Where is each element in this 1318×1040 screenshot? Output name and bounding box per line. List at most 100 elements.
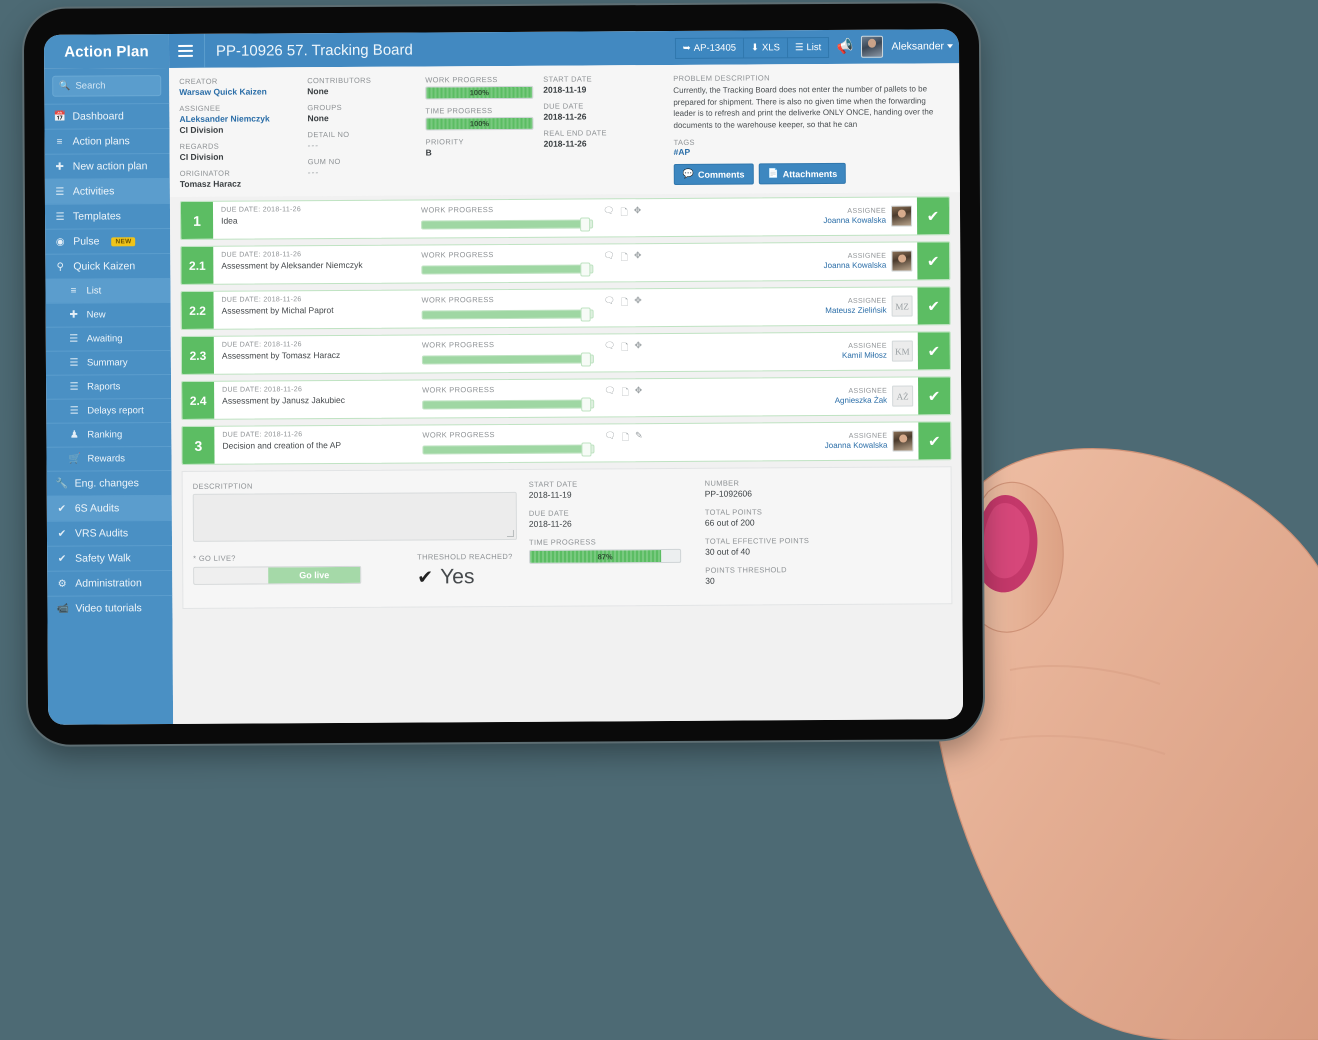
task-complete-check-icon[interactable]: ✔: [917, 332, 950, 370]
task-row[interactable]: 2.1 DUE DATE: 2018-11-26 Assessment by Ale…: [180, 241, 951, 285]
comments-button[interactable]: 💬 Comments: [673, 163, 754, 186]
file-icon[interactable]: 🗋: [622, 430, 629, 446]
task-complete-check-icon[interactable]: ✔: [917, 287, 950, 325]
comment-icon[interactable]: 🗨: [604, 340, 616, 351]
task-assignee-name[interactable]: Agnieszka Żak: [835, 396, 888, 405]
task-assignee-name[interactable]: Mateusz Zielińsik: [825, 306, 886, 315]
assignee-value[interactable]: ALeksander Niemczyk: [179, 113, 297, 124]
task-progress-handle[interactable]: [581, 442, 592, 457]
task-assignee-avatar[interactable]: KM: [891, 340, 913, 362]
task-assignee-avatar[interactable]: AŻ: [892, 385, 914, 407]
task-number: 2.1: [181, 246, 214, 284]
expand-icon[interactable]: ✥: [634, 295, 642, 306]
task-progress-slider[interactable]: [422, 442, 595, 457]
expand-icon[interactable]: ✥: [634, 205, 642, 216]
file-icon[interactable]: 🗋: [621, 295, 628, 311]
task-assignee-avatar[interactable]: [891, 250, 913, 272]
sidebar-item-action-plans[interactable]: ≡ Action plans: [44, 128, 170, 154]
calendar-icon: 📅: [53, 111, 66, 123]
expand-icon[interactable]: ✥: [634, 250, 642, 261]
sidebar-item-vrs-audits[interactable]: ✔ VRS Audits: [46, 520, 173, 546]
search-input[interactable]: 🔍 Search: [52, 75, 162, 97]
comment-icon[interactable]: 🗨: [604, 430, 616, 441]
download-icon: ⬇: [750, 41, 760, 53]
task-complete-check-icon[interactable]: ✔: [917, 242, 950, 280]
task-row[interactable]: 2.4 DUE DATE: 2018-11-26 Assessment by Jan…: [181, 376, 952, 420]
description-textarea[interactable]: [192, 491, 518, 542]
task-progress-slider[interactable]: [421, 217, 594, 232]
sidebar-item-ranking[interactable]: ♟ Ranking: [46, 422, 172, 447]
sidebar-item-activities[interactable]: ☰ Activities: [44, 178, 170, 204]
task-progress-slider[interactable]: [421, 262, 594, 277]
sidebar-item-eng-changes[interactable]: 🔧 Eng. changes: [46, 470, 172, 496]
task-row[interactable]: 3 DUE DATE: 2018-11-26 Decision and creati…: [181, 421, 952, 465]
sidebar-item-new-action-plan[interactable]: ✚ New action plan: [44, 153, 170, 179]
task-progress-handle[interactable]: [580, 307, 591, 322]
task-number: 2.4: [182, 381, 215, 419]
task-row[interactable]: 2.2 DUE DATE: 2018-11-26 Assessment by Mic…: [180, 286, 951, 330]
expand-icon[interactable]: ✥: [634, 340, 642, 351]
tags-value[interactable]: #AP: [674, 146, 940, 157]
groups-label: GROUPS: [307, 102, 343, 113]
comment-icon[interactable]: 🗨: [604, 385, 616, 396]
task-progress-handle[interactable]: [580, 262, 591, 277]
sidebar-item-dashboard[interactable]: 📅 Dashboard: [44, 103, 170, 129]
task-assignee-name[interactable]: Joanna Kowalska: [824, 261, 887, 270]
xls-export-button[interactable]: ⬇ XLS: [742, 36, 788, 59]
task-row[interactable]: 2.3 DUE DATE: 2018-11-26 Assessment by Tom…: [180, 331, 951, 375]
info-column-dates: START DATE 2018-11-19 DUE DATE 2018-11-2…: [543, 74, 674, 187]
task-assignee-name[interactable]: Joanna Kowalska: [825, 441, 888, 450]
attachments-button[interactable]: 📄 Attachments: [758, 163, 847, 185]
user-menu[interactable]: Aleksander: [891, 40, 954, 53]
comment-icon[interactable]: 🗨: [603, 250, 615, 261]
sidebar-item-administration[interactable]: ⚙ Administration: [47, 570, 173, 596]
expand-icon[interactable]: ✥: [635, 385, 643, 396]
pin-icon[interactable]: ✎: [635, 430, 643, 441]
comment-icon[interactable]: 🗨: [604, 295, 616, 306]
ap-link-button[interactable]: ➥ AP-13405: [674, 37, 744, 59]
task-assignee-name[interactable]: Joanna Kowalska: [823, 216, 886, 225]
megaphone-icon[interactable]: 📢: [835, 37, 855, 57]
sidebar-item-video-tutorials[interactable]: 📹 Video tutorials: [47, 595, 173, 621]
sidebar-item-rewards[interactable]: 🛒 Rewards: [46, 446, 172, 471]
task-row[interactable]: 1 DUE DATE: 2018-11-26 Idea WORK PROGRESS 🗨 🗋…: [179, 196, 951, 240]
sidebar-item-templates[interactable]: ☰ Templates: [44, 203, 171, 229]
detail-start-date-value: 2018-11-19: [528, 489, 572, 500]
sidebar-item-delays-report[interactable]: ☰ Delays report: [46, 398, 172, 423]
list-view-button[interactable]: ☰ List: [786, 36, 830, 58]
task-progress-slider[interactable]: [422, 397, 595, 412]
sidebar-item-summary[interactable]: ☰ Summary: [45, 350, 171, 375]
sidebar-item-list[interactable]: ≡ List: [45, 278, 171, 303]
go-live-toggle[interactable]: Go live: [193, 565, 362, 585]
detail-no-label: DETAIL NO: [307, 129, 350, 140]
task-assignee-avatar[interactable]: [890, 205, 913, 227]
sidebar-item-raports[interactable]: ☰ Raports: [45, 374, 172, 399]
file-icon[interactable]: 🗋: [620, 205, 627, 221]
task-complete-check-icon[interactable]: ✔: [918, 377, 951, 415]
file-icon[interactable]: 🗋: [621, 250, 628, 266]
avatar[interactable]: [861, 35, 884, 58]
task-complete-check-icon[interactable]: ✔: [918, 422, 951, 460]
task-complete-check-icon[interactable]: ✔: [916, 197, 950, 235]
comment-icon[interactable]: 🗨: [603, 205, 615, 216]
gum-no-label: GUM NO: [307, 156, 341, 167]
task-progress-slider[interactable]: [421, 307, 594, 322]
sidebar-item-new[interactable]: ✚ New: [45, 302, 171, 327]
task-assignee-avatar[interactable]: [892, 430, 914, 452]
task-progress-handle[interactable]: [581, 352, 592, 367]
sidebar-item-awaiting[interactable]: ☰ Awaiting: [45, 326, 171, 351]
detail-left-column: DESCRITPTION * GO LIVE? Go live THRESHOL…: [193, 480, 530, 594]
sidebar-item-pulse[interactable]: ◉ Pulse NEW: [45, 228, 171, 254]
sidebar-item-safety-walk[interactable]: ✔ Safety Walk: [47, 545, 173, 571]
hamburger-menu-icon[interactable]: [171, 44, 199, 57]
task-assignee-avatar[interactable]: MZ: [891, 295, 913, 317]
creator-value[interactable]: Warsaw Quick Kaizen: [179, 86, 297, 97]
sidebar-item-6s-audits[interactable]: ✔ 6S Audits: [46, 495, 172, 521]
task-progress-handle[interactable]: [580, 217, 591, 232]
task-assignee-name[interactable]: Kamil Miłosz: [842, 351, 887, 360]
file-icon[interactable]: 🗋: [622, 385, 629, 401]
sidebar-item-quick-kaizen[interactable]: ⚲ Quick Kaizen: [45, 253, 171, 279]
task-progress-slider[interactable]: [421, 352, 594, 367]
task-progress-handle[interactable]: [581, 397, 592, 412]
file-icon[interactable]: 🗋: [621, 340, 628, 356]
